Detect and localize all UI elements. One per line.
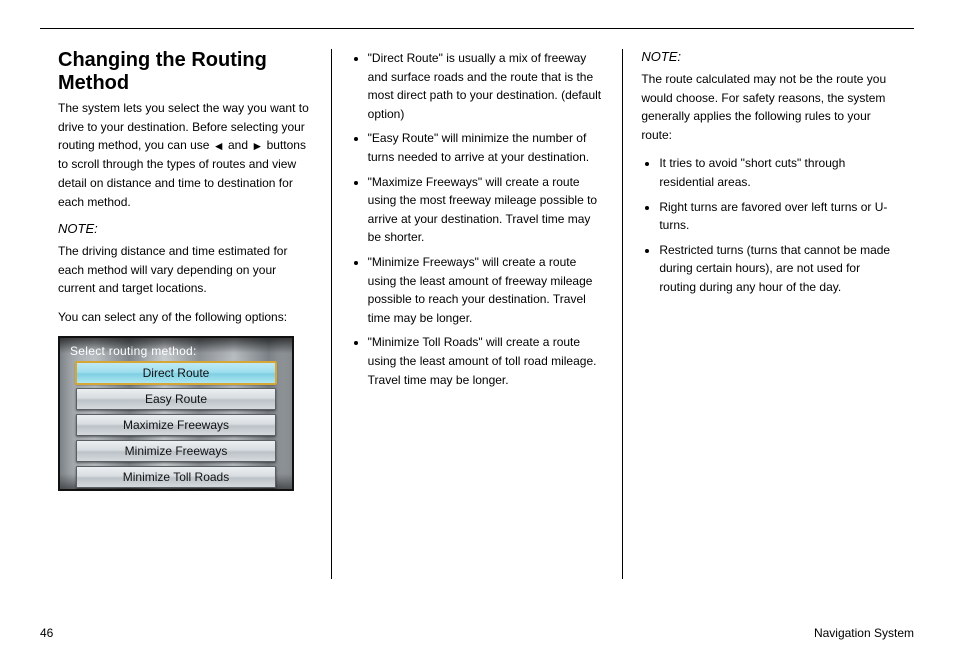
route-desc-min-freeways: "Minimize Freeways" will create a route … <box>368 253 605 327</box>
routing-rule: Right turns are favored over left turns … <box>659 198 896 235</box>
route-option-direct[interactable]: Direct Route <box>76 362 276 384</box>
three-column-layout: Changing the Routing Method The system l… <box>40 49 914 579</box>
top-rule <box>40 28 914 29</box>
note-body: The route calculated may not be the rout… <box>641 70 896 144</box>
right-arrow-icon: ► <box>251 137 263 156</box>
route-desc-label: "Maximize Freeways" <box>368 175 483 189</box>
left-arrow-icon: ◄ <box>213 137 225 156</box>
intro-text-b: and <box>228 138 251 152</box>
page-number: 46 <box>40 626 53 640</box>
section-heading: Changing the Routing Method <box>58 49 313 95</box>
route-desc-label: "Minimize Toll Roads" <box>368 335 483 349</box>
note-label: NOTE: <box>58 221 313 236</box>
route-desc-label: "Easy Route" <box>368 131 439 145</box>
routing-rules-list: It tries to avoid "short cuts" through r… <box>659 154 896 296</box>
options-lead: You can select any of the following opti… <box>58 308 313 327</box>
routing-rule: Restricted turns (turns that cannot be m… <box>659 241 896 297</box>
column-1: Changing the Routing Method The system l… <box>40 49 331 579</box>
column-3: NOTE: The route calculated may not be th… <box>623 49 914 579</box>
routing-rule: It tries to avoid "short cuts" through r… <box>659 154 896 191</box>
route-description-list: "Direct Route" is usually a mix of freew… <box>368 49 605 389</box>
page-footer: 46 Navigation System <box>0 626 954 640</box>
route-desc-direct: "Direct Route" is usually a mix of freew… <box>368 49 605 123</box>
heading-line1: Changing the Routing Method <box>58 49 267 94</box>
route-desc-label: "Minimize Freeways" <box>368 255 479 269</box>
route-option-min-freeways[interactable]: Minimize Freeways <box>76 440 276 462</box>
intro-paragraph: The system lets you select the way you w… <box>58 99 313 211</box>
note-body: The driving distance and time estimated … <box>58 242 313 298</box>
route-option-list: Direct Route Easy Route Maximize Freeway… <box>76 362 276 488</box>
screenshot-title: Select routing method: <box>70 344 197 358</box>
route-desc-min-tolls: "Minimize Toll Roads" will create a rout… <box>368 333 605 389</box>
manual-page: Changing the Routing Method The system l… <box>0 0 954 652</box>
column-2: "Direct Route" is usually a mix of freew… <box>332 49 623 579</box>
note-label: NOTE: <box>641 49 896 64</box>
route-option-max-freeways[interactable]: Maximize Freeways <box>76 414 276 436</box>
nav-screenshot: Select routing method: Direct Route Easy… <box>58 336 294 491</box>
footer-title: Navigation System <box>814 626 914 640</box>
route-desc-max-freeways: "Maximize Freeways" will create a route … <box>368 173 605 247</box>
route-option-easy[interactable]: Easy Route <box>76 388 276 410</box>
route-desc-label: "Direct Route" <box>368 51 443 65</box>
route-desc-easy: "Easy Route" will minimize the number of… <box>368 129 605 166</box>
route-option-min-tolls[interactable]: Minimize Toll Roads <box>76 466 276 488</box>
